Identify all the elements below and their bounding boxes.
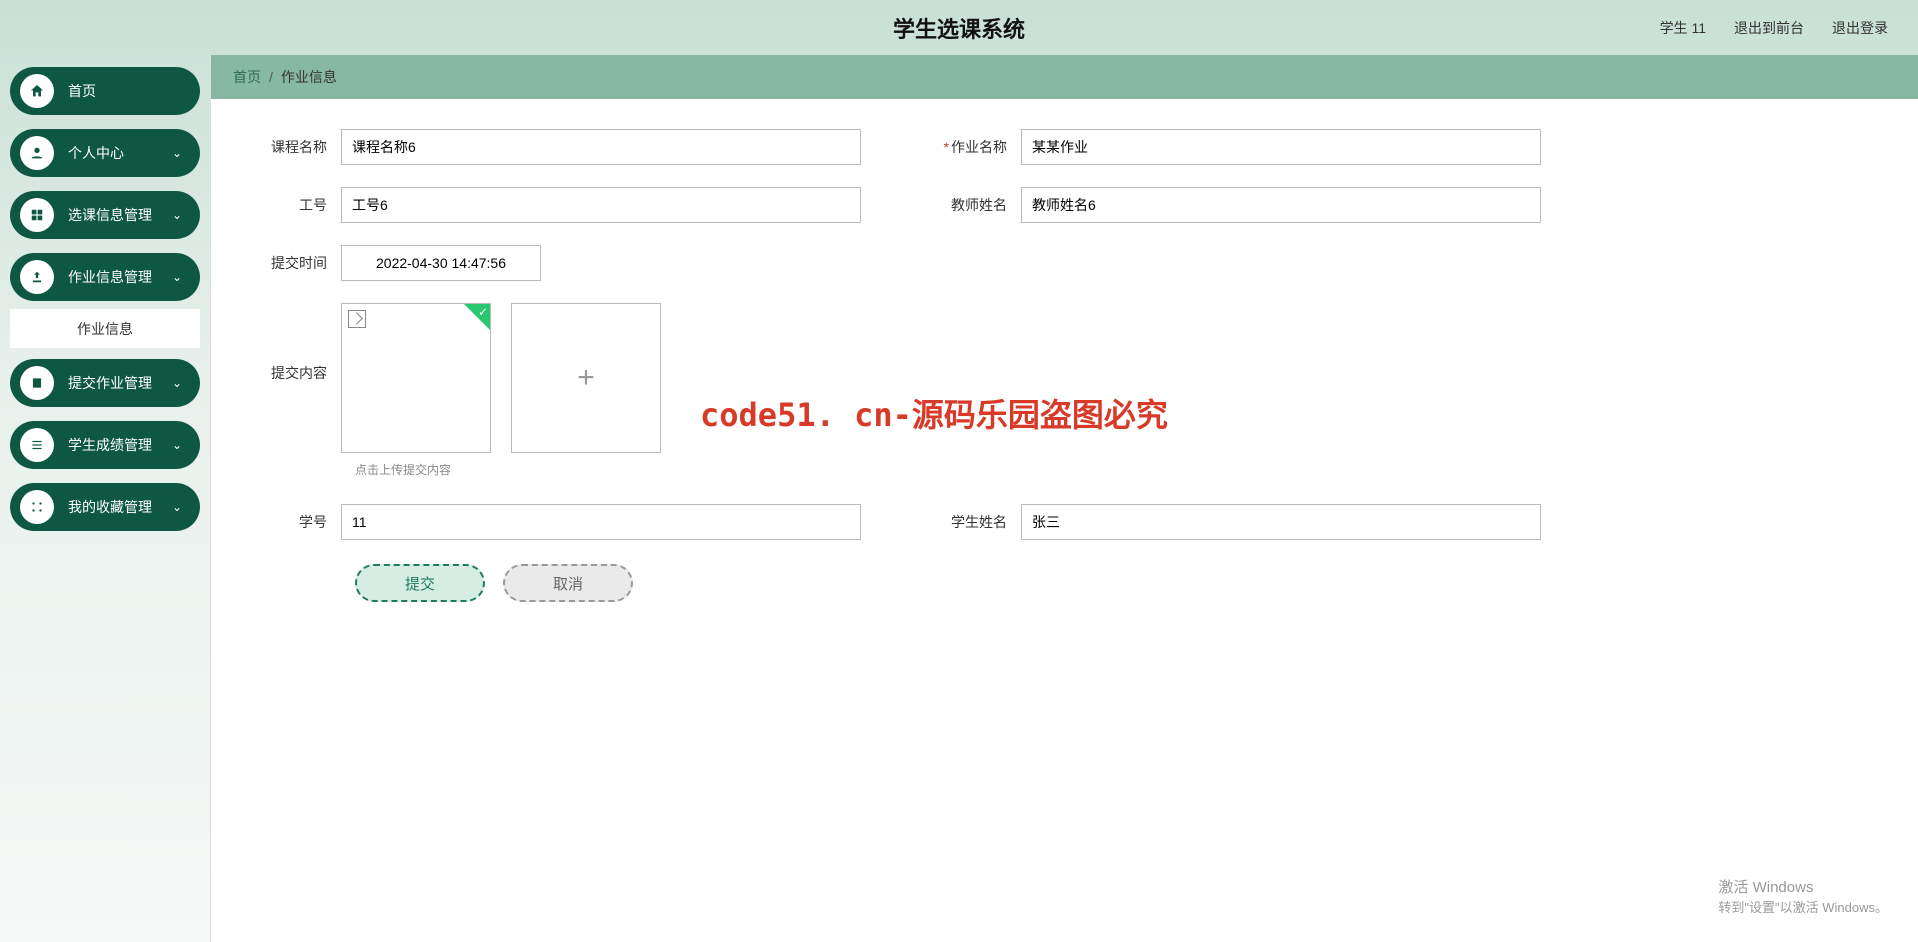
nav-label: 学生成绩管理 <box>68 435 152 455</box>
nav-label: 个人中心 <box>68 143 124 163</box>
nav-label: 提交作业管理 <box>68 373 152 393</box>
label-teacher-name: 教师姓名 <box>921 187 1021 215</box>
input-course-name[interactable] <box>341 129 861 165</box>
nav-label: 我的收藏管理 <box>68 497 152 517</box>
check-icon: ✓ <box>478 305 488 319</box>
nav-home[interactable]: 首页 <box>10 67 200 115</box>
nav-label: 选课信息管理 <box>68 205 152 225</box>
breadcrumb-root[interactable]: 首页 <box>233 67 261 87</box>
nav-submit-hw[interactable]: 提交作业管理 ⌄ <box>10 359 200 407</box>
chevron-down-icon: ⌄ <box>172 146 182 160</box>
chevron-down-icon: ⌄ <box>172 438 182 452</box>
nav-label: 作业信息管理 <box>68 267 152 287</box>
breadcrumb-current: 作业信息 <box>281 67 337 87</box>
input-staff-no[interactable] <box>341 187 861 223</box>
activate-sub: 转到"设置"以激活 Windows。 <box>1718 897 1888 916</box>
user-icon <box>20 136 54 170</box>
activate-title: 激活 Windows <box>1718 876 1888 897</box>
label-task-name: *作业名称 <box>921 129 1021 157</box>
nav-grades[interactable]: 学生成绩管理 ⌄ <box>10 421 200 469</box>
label-student-name: 学生姓名 <box>921 504 1021 532</box>
input-teacher-name[interactable] <box>1021 187 1541 223</box>
chevron-down-icon: ⌄ <box>172 500 182 514</box>
input-student-name[interactable] <box>1021 504 1541 540</box>
label-course-name: 课程名称 <box>241 129 341 157</box>
list-icon <box>20 428 54 462</box>
header-links: 学生 11 退出到前台 退出登录 <box>1660 18 1888 38</box>
book-icon <box>20 366 54 400</box>
input-task-name[interactable] <box>1021 129 1541 165</box>
breadcrumb: 首页 / 作业信息 <box>211 55 1918 99</box>
subnav-homework-info[interactable]: 作业信息 <box>10 309 200 349</box>
chevron-down-icon: ⌄ <box>172 376 182 390</box>
nav-course-select[interactable]: 选课信息管理 ⌄ <box>10 191 200 239</box>
upload-hint: 点击上传提交内容 <box>355 461 1888 478</box>
nav-label: 首页 <box>68 81 96 101</box>
submit-button[interactable]: 提交 <box>355 564 485 602</box>
label-submit-time: 提交时间 <box>241 245 341 273</box>
upload-icon <box>20 260 54 294</box>
broken-image-icon <box>348 310 366 328</box>
app-title: 学生选课系统 <box>893 12 1025 44</box>
upload-thumb-1[interactable]: ✓ <box>341 303 491 453</box>
input-submit-time[interactable] <box>341 245 541 281</box>
header: 学生选课系统 学生 11 退出到前台 退出登录 <box>0 0 1918 55</box>
input-student-no[interactable] <box>341 504 861 540</box>
chevron-down-icon: ⌄ <box>172 208 182 222</box>
plus-icon: + <box>577 361 595 395</box>
label-submit-content: 提交内容 <box>241 303 341 383</box>
logout-link[interactable]: 退出登录 <box>1832 18 1888 38</box>
activate-windows: 激活 Windows 转到"设置"以激活 Windows。 <box>1718 876 1888 916</box>
nav-homework[interactable]: 作业信息管理 ⌄ <box>10 253 200 301</box>
star-icon <box>20 490 54 524</box>
chevron-down-icon: ⌄ <box>172 270 182 284</box>
user-label[interactable]: 学生 11 <box>1660 18 1706 38</box>
cancel-button[interactable]: 取消 <box>503 564 633 602</box>
sidebar: 首页 个人中心 ⌄ 选课信息管理 ⌄ 作业信息管理 ⌄ 作业信息 提交作业管理 … <box>0 55 210 942</box>
front-link[interactable]: 退出到前台 <box>1734 18 1804 38</box>
upload-add[interactable]: + <box>511 303 661 453</box>
label-staff-no: 工号 <box>241 187 341 215</box>
home-icon <box>20 74 54 108</box>
nav-favorites[interactable]: 我的收藏管理 ⌄ <box>10 483 200 531</box>
form: 课程名称 *作业名称 工号 教师姓名 <box>211 99 1918 602</box>
breadcrumb-sep: / <box>269 69 273 85</box>
main-panel: 首页 / 作业信息 课程名称 *作业名称 工号 <box>210 55 1918 942</box>
nav-profile[interactable]: 个人中心 ⌄ <box>10 129 200 177</box>
grid-icon <box>20 198 54 232</box>
label-student-no: 学号 <box>241 504 341 532</box>
